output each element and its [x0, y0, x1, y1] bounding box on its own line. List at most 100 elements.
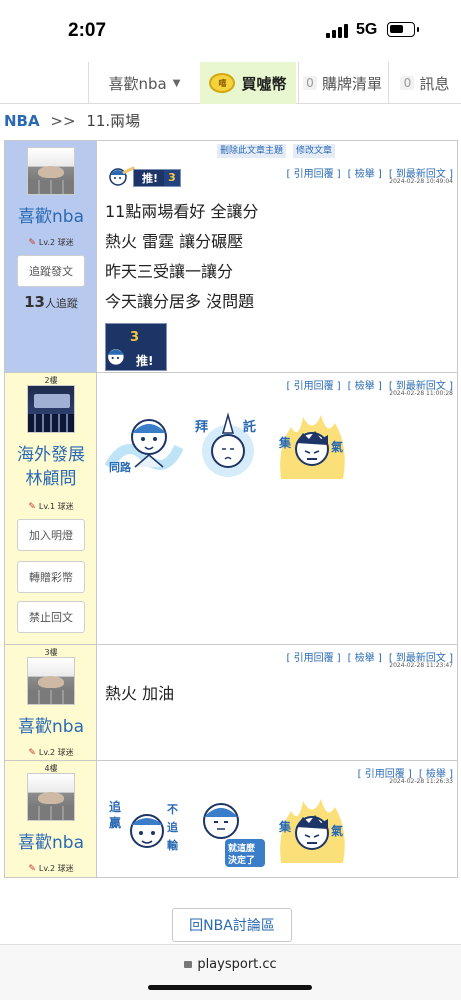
messages-label: 訊息 — [419, 74, 450, 93]
back-to-board-button[interactable]: 回NBA討論區 — [172, 908, 292, 942]
post-author-panel: 3樓 喜歡nba ✎ Lv.2 球迷 — [5, 645, 97, 760]
author-name[interactable]: 喜歡nba — [5, 831, 97, 855]
edit-post-button[interactable]: 修改文章 — [293, 144, 336, 158]
post-timestamp: 2024-02-28 11:26:33 — [389, 778, 453, 785]
post-body: 熱火 加油 — [105, 684, 175, 703]
baseball-player-icon — [109, 166, 135, 186]
svg-text:集: 集 — [278, 435, 292, 450]
post-reply: 3樓 喜歡nba ✎ Lv.2 球迷 [ 引用回覆 ][ 檢舉 ][ 到最新回文 … — [5, 645, 457, 761]
network-type: 5G — [356, 21, 378, 38]
report-link[interactable]: [ 檢舉 ] — [348, 169, 382, 180]
avatar[interactable] — [27, 773, 75, 821]
message-count: 0 — [400, 76, 415, 90]
home-indicator[interactable] — [148, 985, 312, 990]
svg-text:託: 託 — [243, 419, 256, 435]
author-level: ✎ Lv.1 球迷 — [28, 502, 74, 512]
url-text: playsport.cc — [197, 957, 277, 972]
post-line: 熱火 雷霆 讓分碾壓 — [105, 232, 244, 251]
sticker-row: 同路 拜 託 集 氣 — [105, 407, 351, 485]
post-author-panel: 喜歡nba ✎ Lv.2 球迷 追蹤發文 13人追蹤 — [5, 141, 97, 372]
svg-text:拜: 拜 — [195, 419, 208, 435]
avatar[interactable] — [27, 657, 75, 705]
sticker-gather-energy: 集 氣 — [278, 799, 345, 863]
pen-icon: ✎ — [28, 502, 36, 512]
messages-button[interactable]: 0 訊息 — [388, 62, 461, 104]
post-content: [ 引用回覆 ][ 檢舉 ][ 到最新回文 ] 2024-02-28 11:23… — [97, 645, 457, 760]
breadcrumb-separator: >> — [50, 112, 76, 130]
author-name[interactable]: 喜歡nba — [5, 205, 97, 229]
lock-icon — [184, 961, 193, 968]
svg-text:氣: 氣 — [331, 439, 343, 454]
followers-count: 13人追蹤 — [24, 293, 78, 311]
status-time: 2:07 — [68, 20, 107, 41]
author-name-line2[interactable]: 林顧問 — [5, 467, 97, 491]
author-name-line1[interactable]: 海外發展 — [5, 443, 97, 467]
pen-icon: ✎ — [28, 864, 36, 874]
svg-text:同路: 同路 — [109, 460, 132, 474]
browser-url-bar[interactable]: playsport.cc — [0, 944, 461, 1000]
push-count: 3 — [130, 330, 140, 345]
top-nav: 喜歡nba ▼ 嘻 買噓幣 0 購牌清單 0 訊息 — [0, 62, 461, 104]
post-list: 喜歡nba ✎ Lv.2 球迷 追蹤發文 13人追蹤 刪除此文章主題 修改文章 [… — [4, 140, 458, 878]
follow-button[interactable]: 追蹤發文 — [17, 255, 85, 287]
gift-coins-button[interactable]: 轉贈彩幣 — [17, 561, 85, 593]
post-timestamp: 2024-02-28 11:00:28 — [389, 390, 453, 397]
sticker-chase-win: 追 贏 不 追 輸 — [109, 799, 179, 852]
report-link[interactable]: [ 檢舉 ] — [348, 653, 382, 664]
post-line: 今天讓分居多 沒問題 — [105, 292, 255, 311]
post-content: 刪除此文章主題 修改文章 [ 引用回覆 ][ 檢舉 ][ 到最新回文 ] 202… — [97, 141, 457, 372]
quote-reply-link[interactable]: [ 引用回覆 ] — [286, 169, 340, 180]
post-original: 喜歡nba ✎ Lv.2 球迷 追蹤發文 13人追蹤 刪除此文章主題 修改文章 [… — [5, 141, 457, 373]
buy-coins-button[interactable]: 嘻 買噓幣 — [200, 62, 296, 104]
author-level: ✎ Lv.2 球迷 — [28, 748, 74, 758]
breadcrumb-board-link[interactable]: NBA — [4, 112, 40, 130]
avatar[interactable] — [27, 147, 75, 195]
post-line: 11點兩場看好 全讓分 — [105, 202, 259, 221]
svg-text:輸: 輸 — [167, 838, 179, 852]
post-timestamp: 2024-02-28 10:49:04 — [389, 178, 453, 185]
push-label: 推! — [136, 354, 154, 368]
user-menu-label: 喜歡nba — [108, 74, 167, 93]
buy-coins-label: 買噓幣 — [241, 74, 287, 93]
avatar[interactable] — [27, 385, 75, 433]
breadcrumb: NBA >> 11.兩場 — [4, 110, 140, 131]
author-level: ✎ Lv.2 球迷 — [28, 864, 74, 874]
breadcrumb-title: 11.兩場 — [86, 112, 141, 130]
user-menu[interactable]: 喜歡nba ▼ — [88, 62, 200, 104]
post-body: 11點兩場看好 全讓分 熱火 雷霆 讓分碾壓 昨天三受讓一讓分 今天讓分居多 沒… — [105, 197, 258, 317]
svg-text:氣: 氣 — [331, 823, 343, 838]
pen-icon: ✎ — [28, 748, 36, 758]
svg-text:不: 不 — [167, 803, 178, 816]
post-content: [ 引用回覆 ][ 檢舉 ][ 到最新回文 ] 2024-02-28 11:00… — [97, 373, 457, 644]
svg-text:追: 追 — [167, 820, 179, 834]
block-reply-button[interactable]: 禁止回文 — [17, 601, 85, 633]
author-name[interactable]: 喜歡nba — [5, 715, 97, 739]
post-timestamp: 2024-02-28 11:23:47 — [389, 662, 453, 669]
quote-reply-link[interactable]: [ 引用回覆 ] — [286, 653, 340, 664]
svg-text:追: 追 — [109, 799, 122, 814]
push-button[interactable]: 3 推! — [105, 323, 167, 371]
sticker-please: 拜 託 — [195, 412, 256, 477]
sticker-gather-energy: 集 氣 — [278, 415, 345, 479]
coin-icon: 嘻 — [209, 73, 236, 93]
sticker-same-road: 同路 — [105, 419, 183, 474]
push-badge: 推! 3 — [105, 165, 183, 191]
sticker-row: 追 贏 不 追 輸 就這麼 決定了 集 氣 — [105, 791, 351, 869]
chevron-down-icon: ▼ — [172, 77, 181, 89]
add-favorite-button[interactable]: 加入明燈 — [17, 519, 85, 551]
signal-icon — [326, 24, 350, 38]
push-tag: 推! 3 — [133, 169, 181, 187]
baseball-player-icon — [106, 347, 126, 367]
cart-label: 購牌清單 — [321, 74, 382, 93]
status-bar: 2:07 5G — [0, 0, 461, 62]
author-level: ✎ Lv.2 球迷 — [28, 238, 74, 248]
pen-icon: ✎ — [28, 238, 36, 248]
report-link[interactable]: [ 檢舉 ] — [348, 381, 382, 392]
url-display[interactable]: playsport.cc — [0, 957, 461, 972]
cart-button[interactable]: 0 購牌清單 — [298, 62, 386, 104]
svg-text:集: 集 — [278, 819, 292, 834]
delete-topic-button[interactable]: 刪除此文章主題 — [217, 144, 287, 158]
post-reply: 2樓 海外發展 林顧問 ✎ Lv.1 球迷 加入明燈 轉贈彩幣 禁止回文 [ 引用… — [5, 373, 457, 645]
post-author-panel: 2樓 海外發展 林顧問 ✎ Lv.1 球迷 加入明燈 轉贈彩幣 禁止回文 — [5, 373, 97, 644]
quote-reply-link[interactable]: [ 引用回覆 ] — [286, 381, 340, 392]
